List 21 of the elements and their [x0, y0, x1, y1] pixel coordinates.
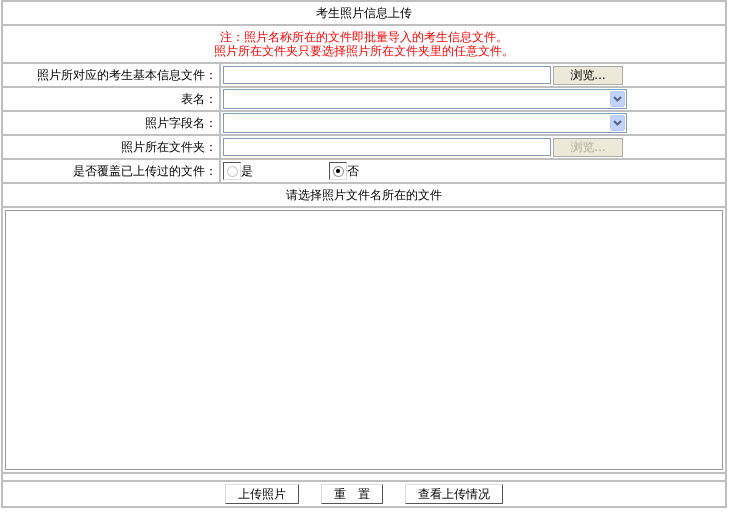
field-label: 照片所在文件夹：	[121, 138, 217, 156]
file-path-field[interactable]	[223, 138, 551, 156]
field-label: 照片所对应的考生基本信息文件：	[37, 66, 217, 84]
field-label: 照片字段名：	[145, 114, 217, 132]
browse-button[interactable]: 浏览...	[553, 66, 623, 84]
field-label: 表名：	[181, 90, 217, 108]
radio-label: 是	[241, 162, 253, 180]
action-button[interactable]: 上传照片	[225, 484, 299, 504]
form-title: 考生照片信息上传	[316, 4, 412, 22]
note-text: 注：照片名称所在的文件即批量导入的考生信息文件。	[220, 30, 508, 44]
radio-button[interactable]	[329, 162, 347, 180]
dropdown-field[interactable]	[223, 113, 627, 133]
dropdown-field[interactable]	[223, 89, 627, 109]
radio-label: 否	[347, 162, 359, 180]
field-label: 是否覆盖已上传过的文件：	[73, 162, 217, 180]
action-button[interactable]: 重 置	[321, 484, 383, 504]
file-path-field[interactable]	[223, 66, 551, 84]
action-button[interactable]: 查看上传情况	[405, 484, 503, 504]
note-text: 照片所在文件夹只要选择照片所在文件夹里的任意文件。	[214, 44, 514, 58]
list-header: 请选择照片文件名所在的文件	[286, 186, 442, 204]
radio-button[interactable]	[223, 162, 241, 180]
